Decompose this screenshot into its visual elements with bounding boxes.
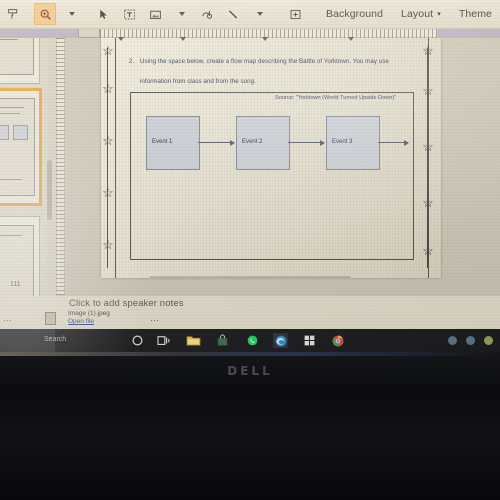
cortana-icon[interactable]: [130, 333, 145, 348]
screen-top-edge: [0, 0, 500, 2]
flow-box-label: Event 2: [242, 139, 263, 145]
downloads-overflow-menu-left[interactable]: …: [3, 313, 13, 323]
tab-stop-marker[interactable]: [262, 37, 268, 41]
slide-filmstrip-panel[interactable]: 111: [0, 38, 47, 296]
star-icon: ☆: [102, 185, 114, 200]
vertical-ruler[interactable]: [56, 38, 65, 296]
flow-box-event-3[interactable]: Event 3: [326, 116, 380, 170]
screen-bottom-edge: [0, 352, 500, 356]
tab-stop-marker[interactable]: [348, 37, 354, 41]
paint-format-icon[interactable]: [2, 3, 24, 25]
star-icon: ☆: [422, 195, 434, 210]
star-icon: ☆: [102, 81, 114, 96]
tray-volume-icon[interactable]: [466, 336, 475, 345]
tab-stop-marker[interactable]: [180, 37, 186, 41]
horizontal-ruler[interactable]: [0, 28, 500, 41]
menu-background[interactable]: Background: [317, 4, 392, 24]
new-slide-icon[interactable]: [284, 3, 306, 25]
zoom-dropdown-caret[interactable]: [60, 3, 82, 25]
select-cursor-icon[interactable]: [92, 3, 114, 25]
download-bar: … Image (1).jpeg Open file …: [0, 308, 500, 329]
open-file-link[interactable]: Open file: [68, 318, 94, 325]
menu-layout-label: Layout: [401, 8, 434, 20]
laptop-keyboard: F2 F3 F4 F5 F6 F7 F8 F9 F10 F11: [0, 386, 500, 500]
file-icon: [45, 312, 56, 325]
slides-toolbar: Background Layout ▾ Theme Transition: [0, 0, 500, 29]
star-icon: ☆: [422, 83, 434, 98]
question-line-2: information from class and from the song…: [140, 78, 256, 85]
flow-box-event-2[interactable]: Event 2: [236, 116, 290, 170]
windows-search-placeholder: Search: [44, 336, 67, 343]
tray-network-icon[interactable]: [448, 336, 457, 345]
microsoft-store-icon[interactable]: [215, 333, 230, 348]
menu-layout[interactable]: Layout ▾: [392, 4, 450, 24]
flow-arrow-1: [198, 139, 235, 146]
question-number: 2.: [129, 58, 135, 65]
image-dropdown-caret[interactable]: [170, 3, 192, 25]
question-line-1: Using the space below, create a flow map…: [140, 58, 389, 65]
star-icon: ☆: [102, 43, 114, 58]
filmstrip-scrollbar[interactable]: [47, 160, 52, 220]
slide-thumbnail[interactable]: [0, 38, 40, 84]
star-icon: ☆: [102, 237, 114, 252]
slide-canvas-area[interactable]: ☆ ☆ ☆ ☆ ☆ ☆ ☆ ☆ ☆ ☆ 2. Using the space b…: [65, 38, 500, 296]
insert-image-icon[interactable]: [144, 3, 166, 25]
tray-battery-icon[interactable]: [484, 336, 493, 345]
download-file-name: Image (1).jpeg: [68, 310, 110, 317]
ruler-left-indent-box[interactable]: [78, 28, 100, 38]
download-item-menu[interactable]: …: [150, 313, 160, 323]
laptop-screen: Background Layout ▾ Theme Transition: [0, 0, 500, 352]
current-slide[interactable]: ☆ ☆ ☆ ☆ ☆ ☆ ☆ ☆ ☆ ☆ 2. Using the space b…: [101, 38, 441, 278]
flow-box-label: Event 3: [332, 139, 353, 145]
task-view-icon[interactable]: [156, 333, 171, 348]
microsoft-edge-icon[interactable]: [273, 333, 288, 348]
flow-arrow-2: [288, 139, 325, 146]
star-icon: ☆: [422, 139, 434, 154]
flow-box-label: Event 1: [152, 139, 173, 145]
zoom-icon[interactable]: [34, 3, 56, 25]
source-label: Source: "Yorktown (World Turned Upside D…: [275, 95, 397, 101]
flow-arrow-3: [378, 139, 409, 146]
microsoft-office-icon[interactable]: [302, 333, 317, 348]
decorative-star-vine-left: ☆ ☆ ☆ ☆ ☆: [102, 44, 114, 268]
google-chrome-icon[interactable]: [330, 333, 345, 348]
star-icon: ☆: [102, 133, 114, 148]
line-icon[interactable]: [222, 3, 244, 25]
laptop-photo: Background Layout ▾ Theme Transition: [0, 0, 500, 500]
text-box-icon[interactable]: [118, 3, 140, 25]
shape-icon[interactable]: [196, 3, 218, 25]
flow-box-event-1[interactable]: Event 1: [146, 116, 200, 170]
star-icon: ☆: [422, 243, 434, 258]
decorative-star-vine-right: ☆ ☆ ☆ ☆ ☆: [422, 44, 434, 268]
chevron-down-icon: ▾: [437, 11, 441, 18]
line-dropdown-caret[interactable]: [248, 3, 270, 25]
file-explorer-icon[interactable]: [186, 333, 201, 348]
menu-theme[interactable]: Theme: [450, 4, 500, 24]
slide-number-label: 111: [10, 281, 21, 288]
ruler-ticks: [100, 28, 438, 38]
whatsapp-icon[interactable]: [245, 333, 260, 348]
dell-logo: DELL: [227, 364, 273, 378]
tab-stop-marker[interactable]: [118, 37, 124, 41]
star-icon: ☆: [422, 43, 434, 58]
notes-splitter-handle[interactable]: [150, 276, 350, 278]
windows-taskbar[interactable]: Search: [0, 329, 500, 352]
slide-thumbnail-selected[interactable]: [0, 90, 40, 204]
